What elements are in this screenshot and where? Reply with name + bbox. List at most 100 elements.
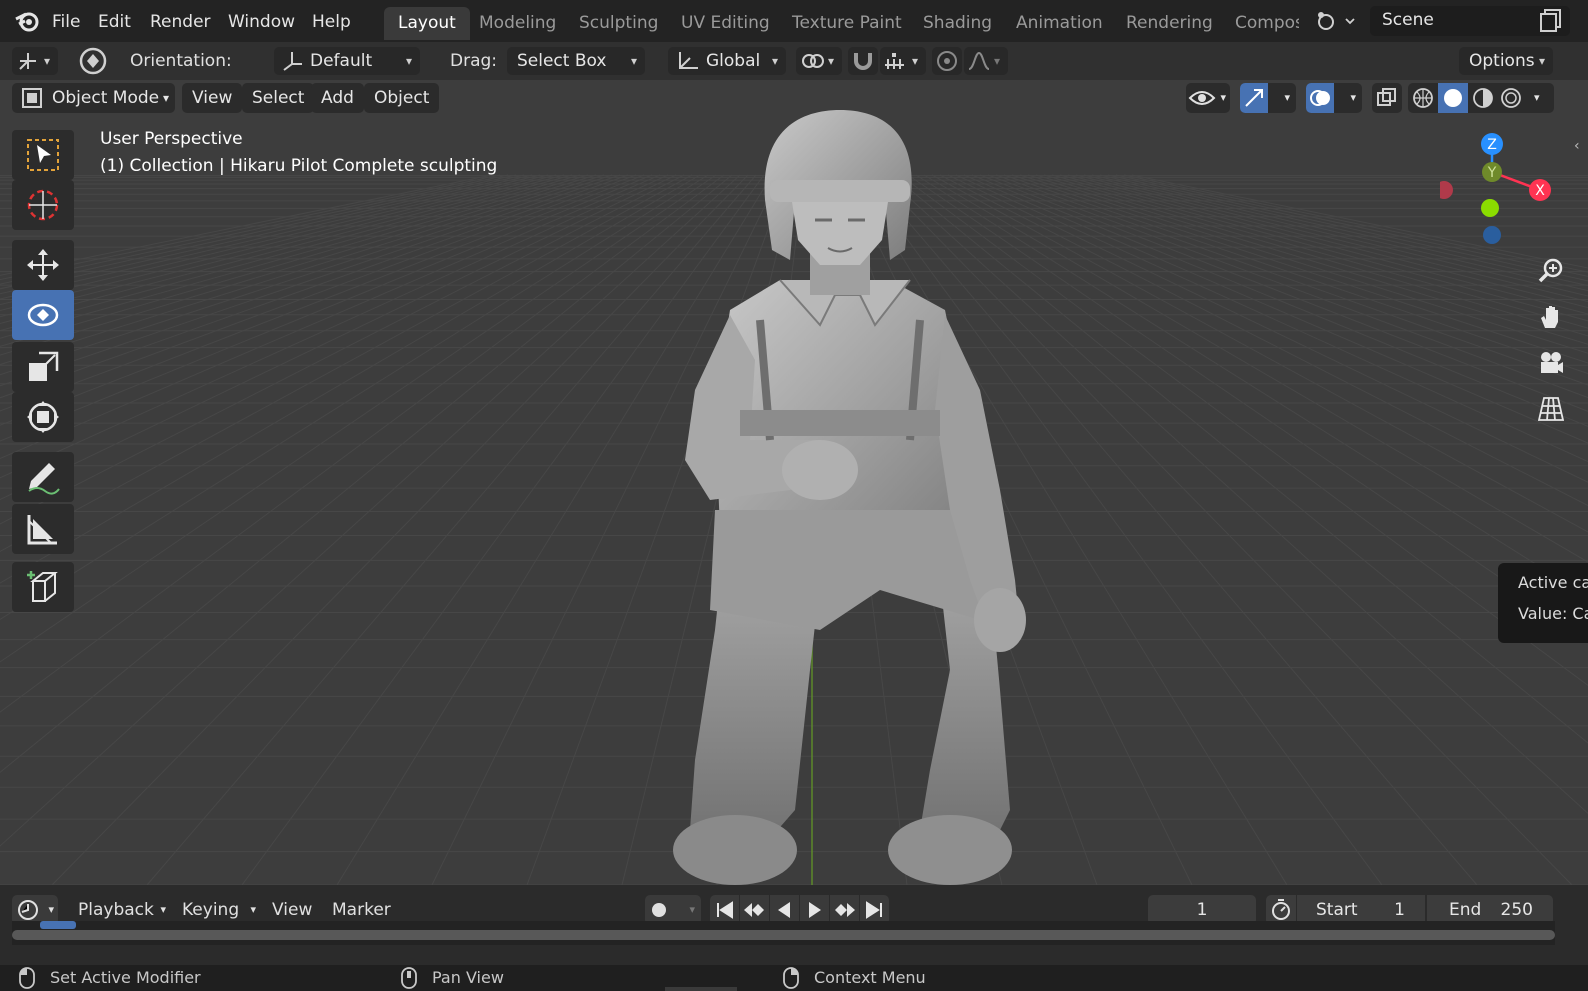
tab-uv-editing[interactable]: UV Editing — [667, 7, 784, 40]
viewport-menu-object[interactable]: Object — [364, 83, 440, 113]
wireframe-shading-icon[interactable] — [1411, 86, 1435, 110]
camera-view-button[interactable] — [1530, 342, 1570, 382]
chevron-down-icon: ▾ — [630, 54, 637, 68]
grid-perspective-icon — [1538, 397, 1564, 421]
snap-toggle[interactable] — [848, 47, 878, 75]
material-preview-icon[interactable] — [1471, 86, 1495, 110]
perspective-toggle-button[interactable] — [1530, 388, 1570, 428]
scene-selector-icon[interactable] — [1314, 9, 1358, 38]
tab-rendering[interactable]: Rendering — [1112, 7, 1227, 40]
pivot-icon — [19, 53, 36, 70]
shading-mode-group: ▾ — [1408, 83, 1554, 113]
tab-animation[interactable]: Animation — [1002, 7, 1117, 40]
grid-line — [0, 174, 677, 501]
ruler-icon — [27, 515, 57, 545]
navigation-gizmo[interactable]: Z Y X — [1440, 130, 1570, 250]
3d-viewport[interactable]: Object Mode ▾ View Select Add Object ▾ ▾… — [0, 80, 1588, 885]
menu-file[interactable]: File — [52, 10, 80, 34]
grid-line — [0, 174, 717, 663]
sidebar-expand-icon[interactable]: ‹ — [1574, 138, 1580, 154]
playhead[interactable] — [40, 921, 76, 929]
playback-label: Playback — [78, 900, 154, 920]
zoom-button[interactable] — [1530, 250, 1570, 290]
gizmo-toggle[interactable]: ▾ — [1240, 83, 1296, 113]
cursor-icon — [27, 189, 59, 221]
link-icon — [802, 54, 824, 68]
rotate-tool[interactable] — [12, 290, 74, 340]
chevron-down-icon: ▾ — [1220, 91, 1226, 104]
pan-button[interactable] — [1530, 296, 1570, 336]
overlays-toggle[interactable]: ▾ — [1306, 83, 1362, 113]
transform-pivot-dropdown[interactable]: ▾ — [12, 47, 58, 75]
cursor-tool[interactable] — [12, 180, 74, 230]
move-tool[interactable] — [12, 240, 74, 290]
x-axis-label: X — [1535, 183, 1545, 199]
menu-render[interactable]: Render — [150, 10, 211, 34]
snap-increment-icon — [885, 53, 904, 69]
timeline-scrollbar[interactable] — [12, 930, 1555, 940]
chevron-down-icon: ▾ — [1350, 91, 1356, 104]
visibility-dropdown[interactable]: ▾ — [1186, 83, 1230, 113]
pilot-sculpt-model[interactable] — [620, 110, 1080, 885]
scale-tool[interactable] — [12, 342, 74, 392]
tab-layout[interactable]: Layout — [384, 7, 470, 40]
tab-shading[interactable]: Shading — [909, 7, 1006, 40]
transform-icon — [27, 401, 59, 433]
proportional-editing-toggle[interactable] — [932, 47, 962, 75]
orientation-dropdown[interactable]: Default ▾ — [274, 47, 420, 75]
grid-line — [0, 174, 661, 460]
neg-z-axis-handle[interactable] — [1483, 226, 1501, 244]
tooltip-value: Value: Ca — [1518, 604, 1588, 623]
neg-x-axis-handle[interactable] — [1440, 181, 1453, 199]
xray-toggle[interactable] — [1372, 83, 1402, 113]
add-cube-tool[interactable] — [12, 562, 74, 612]
orientation-value: Default — [310, 51, 373, 71]
grid-line — [0, 174, 581, 339]
tab-sculpting[interactable]: Sculpting — [565, 7, 672, 40]
clock-editor-icon — [18, 900, 38, 920]
view-name: User Perspective — [100, 129, 243, 149]
menu-window[interactable]: Window — [228, 10, 295, 34]
viewport-menu-view[interactable]: View — [182, 83, 243, 113]
measure-tool[interactable] — [12, 504, 74, 554]
object-mode-label: Object Mode — [52, 88, 160, 108]
menu-help[interactable]: Help — [312, 10, 351, 34]
viewport-menu-add[interactable]: Add — [311, 83, 364, 113]
new-scene-icon[interactable] — [1538, 8, 1562, 39]
options-label: Options — [1469, 51, 1535, 71]
grid-line — [0, 174, 669, 479]
timeline-editor: ▾ Playback ▾ Keying ▾ View Marker ▾ 1 Star… — [0, 885, 1588, 965]
transform-orientation-value: Global — [706, 51, 761, 71]
tab-modeling[interactable]: Modeling — [465, 7, 570, 40]
add-cube-icon — [27, 571, 58, 602]
proportional-falloff-dropdown[interactable]: ▾ — [964, 47, 1008, 75]
pivot-point-dropdown[interactable]: ▾ — [796, 47, 842, 75]
mouse-left-icon — [19, 967, 35, 989]
snap-target-dropdown[interactable]: ▾ — [880, 47, 926, 75]
grid-line — [1059, 174, 1588, 315]
object-mode-dropdown[interactable]: Object Mode ▾ — [12, 83, 175, 113]
grid-line — [1083, 174, 1588, 297]
grid-line — [0, 174, 541, 306]
transform-tool[interactable] — [12, 392, 74, 442]
rendered-shading-icon[interactable] — [1499, 86, 1523, 110]
annotate-tool[interactable] — [12, 452, 74, 502]
gizmo-icon — [1245, 89, 1263, 107]
status-left-hint: Set Active Modifier — [50, 968, 201, 987]
menu-edit[interactable]: Edit — [98, 10, 131, 34]
grid-line — [0, 174, 693, 553]
blender-logo-icon[interactable] — [14, 9, 40, 38]
chevron-down-icon: ▾ — [405, 54, 412, 68]
solid-shading-icon[interactable] — [1441, 86, 1465, 110]
select-box-tool[interactable] — [12, 130, 74, 180]
pencil-icon — [28, 463, 60, 495]
viewport-menu-select[interactable]: Select — [242, 83, 315, 113]
tab-compositing[interactable]: Compos — [1221, 7, 1299, 40]
transform-orientation-dropdown[interactable]: Global ▾ — [668, 47, 786, 75]
tab-texture-paint[interactable]: Texture Paint — [778, 7, 916, 40]
chevron-down-icon[interactable]: ▾ — [1534, 83, 1540, 113]
options-dropdown[interactable]: Options ▾ — [1459, 47, 1553, 75]
neg-y-axis-handle[interactable] — [1481, 199, 1499, 217]
overlays-icon — [1310, 90, 1330, 106]
drag-dropdown[interactable]: Select Box ▾ — [507, 47, 645, 75]
